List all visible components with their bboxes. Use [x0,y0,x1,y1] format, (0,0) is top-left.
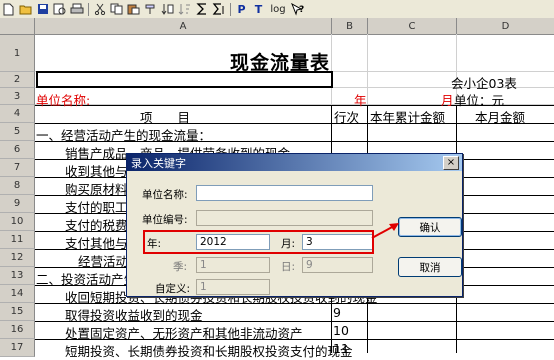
paste-icon[interactable] [125,1,142,17]
header-line-no: 行次 [334,110,360,125]
cancel-button[interactable]: 取消 [398,257,462,277]
row-header[interactable]: 16 [0,321,35,339]
table-row: 处置固定资产、无形资产和其他非流动资产 [65,326,303,341]
save-icon[interactable] [34,1,51,17]
fill-down-icon[interactable] [159,1,176,17]
column-header-d[interactable]: D [457,18,554,35]
header-month-amount: 本月金额 [475,110,526,125]
row-header[interactable]: 5 [0,123,35,141]
sum-formula-icon[interactable] [210,1,227,17]
day-input[interactable]: 9 [302,257,373,273]
help-icon[interactable]: ? [289,1,306,17]
red-arrow-annotation [371,223,399,239]
t-button[interactable]: T [250,1,267,17]
row-header[interactable]: 7 [0,159,35,177]
column-header-b[interactable]: B [332,18,368,35]
column-header-a[interactable]: A [35,18,332,35]
unit-code-input[interactable] [196,210,373,226]
row-header[interactable]: 17 [0,339,35,357]
table-row: 支付的税费 [65,218,128,233]
row-header[interactable]: 15 [0,303,35,321]
table-row: 短期投资、长期债券投资和长期股权投资支付的现金 [65,344,353,359]
p-label: P [237,2,246,16]
row-header[interactable]: 12 [0,249,35,267]
open-file-icon[interactable] [17,1,34,17]
custom-label: 自定义: [155,283,191,295]
toolbar: P T log ? [0,0,554,19]
unit-name-label: 单位名称: [142,189,188,201]
row-header[interactable]: 13 [0,267,35,285]
new-file-icon[interactable] [0,1,17,17]
keyword-entry-dialog: 录入关键字 × 单位名称: 单位编号: 年: 2012 月: 3 季: 1 日:… [126,153,463,297]
highlight-box [143,230,374,254]
close-icon[interactable]: × [443,156,459,170]
svg-text:?: ? [299,5,304,15]
row-header[interactable]: 14 [0,285,35,303]
day-label: 日: [281,261,296,273]
selected-cell-a2[interactable] [36,71,333,88]
custom-input[interactable]: 1 [196,279,270,295]
row-header[interactable]: 4 [0,105,35,123]
log-label: log [270,3,286,15]
dialog-title: 录入关键字 [131,156,186,170]
table-row: 一、经营活动产生的现金流量： [36,128,212,143]
line-number: 11 [333,341,349,356]
header-item: 项 目 [140,110,191,125]
row-header[interactable]: 3 [0,88,35,105]
row-header[interactable]: 1 [0,35,35,72]
row-header[interactable]: 11 [0,231,35,249]
row-header[interactable]: 6 [0,141,35,159]
confirm-button[interactable]: 确认 [398,217,462,237]
table-row: 取得投资收益收到的现金 [65,308,203,323]
line-number: 10 [333,323,349,338]
dialog-title-bar[interactable]: 录入关键字 × [127,154,462,171]
column-header-c[interactable]: C [368,18,457,35]
unit-name-label: 单位名称: [36,93,91,108]
row-header[interactable]: 9 [0,195,35,213]
unit-code-label: 单位编号: [142,214,188,226]
header-year-total: 本年累计金额 [370,110,446,125]
row-header[interactable]: 8 [0,177,35,195]
print-icon[interactable] [68,1,85,17]
quarter-label: 季: [173,261,188,273]
cut-icon[interactable] [91,1,108,17]
p-button[interactable]: P [233,1,250,17]
log-button[interactable]: log [267,1,289,17]
t-label: T [254,2,263,16]
print-preview-icon[interactable] [51,1,68,17]
format-painter-icon[interactable] [142,1,159,17]
row-header[interactable]: 10 [0,213,35,231]
sum-icon[interactable] [193,1,210,17]
sort-icon[interactable] [176,1,193,17]
line-number: 9 [333,305,341,320]
quarter-input[interactable]: 1 [196,257,270,273]
row-header[interactable]: 2 [0,72,35,88]
unit-name-input[interactable] [196,185,373,201]
copy-icon[interactable] [108,1,125,17]
select-all-corner[interactable] [0,18,35,35]
